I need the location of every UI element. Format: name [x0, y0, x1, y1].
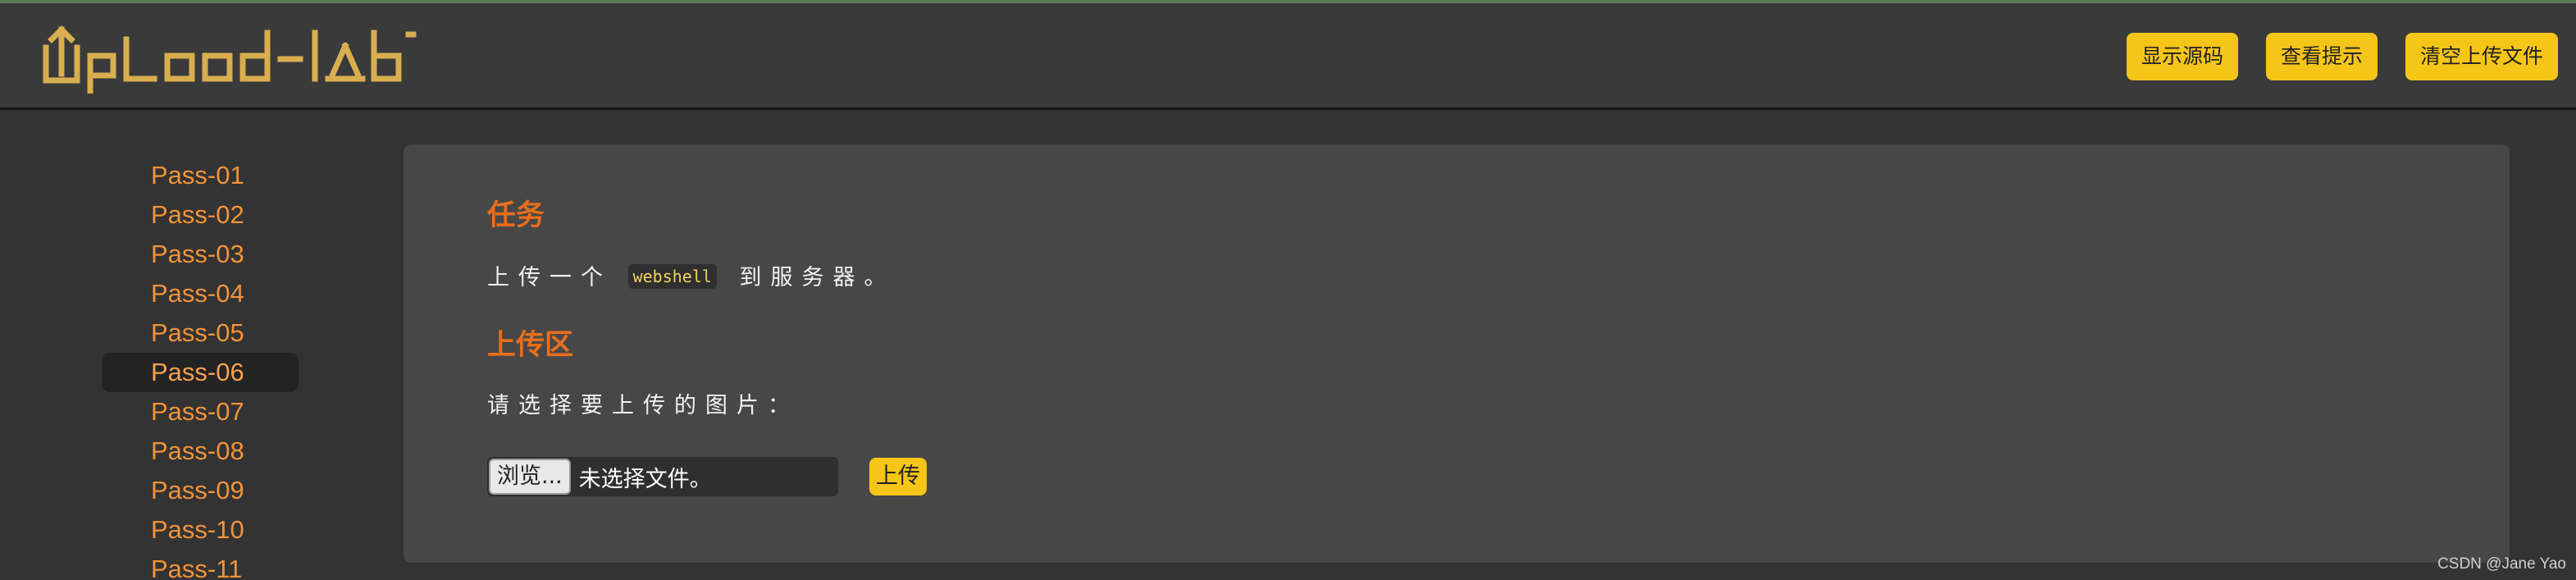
sidebar-item-pass-08[interactable]: Pass-08: [102, 432, 299, 471]
show-source-button[interactable]: 显示源码: [2126, 33, 2238, 80]
sidebar-item-pass-10[interactable]: Pass-10: [102, 510, 299, 550]
main-panel: 任务 上传一个 webshell 到服务器。 上传区 请选择要上传的图片： 浏览…: [403, 144, 2510, 563]
upload-submit-button[interactable]: 上传: [869, 458, 927, 496]
view-hint-button[interactable]: 查看提示: [2265, 33, 2378, 80]
logo-mark: [43, 25, 417, 97]
no-file-selected-text: 未选择文件。: [578, 466, 712, 492]
sidebar-item-pass-03[interactable]: Pass-03: [102, 235, 299, 274]
file-input[interactable]: 浏览... 未选择文件。: [487, 457, 838, 496]
webshell-code: webshell: [627, 264, 717, 289]
task-text-before: 上传一个: [487, 265, 612, 290]
header: 显示源码 查看提示 清空上传文件: [0, 3, 2576, 110]
task-heading: 任务: [487, 199, 545, 232]
sidebar-item-pass-09[interactable]: Pass-09: [102, 471, 299, 510]
logo[interactable]: [41, 23, 418, 97]
task-description: 上传一个 webshell 到服务器。: [487, 259, 896, 291]
upload-area-heading: 上传区: [487, 329, 574, 362]
upload-prompt: 请选择要上传的图片：: [487, 393, 799, 418]
page: 显示源码 查看提示 清空上传文件 Pass-01 Pass-02 Pass-03…: [0, 0, 2576, 580]
clear-uploads-button[interactable]: 清空上传文件: [2405, 33, 2558, 80]
sidebar-item-pass-06[interactable]: Pass-06: [102, 353, 299, 392]
sidebar-item-pass-05[interactable]: Pass-05: [102, 313, 299, 353]
task-text-after: 到服务器。: [739, 265, 896, 290]
sidebar-item-pass-11[interactable]: Pass-11: [102, 550, 299, 580]
sidebar-item-pass-01[interactable]: Pass-01: [102, 156, 299, 195]
sidebar-item-pass-02[interactable]: Pass-02: [102, 195, 299, 235]
browse-button[interactable]: 浏览...: [489, 459, 571, 495]
header-button-group: 显示源码 查看提示 清空上传文件: [2126, 33, 2558, 80]
sidebar-nav: Pass-01 Pass-02 Pass-03 Pass-04 Pass-05 …: [102, 156, 299, 580]
csdn-watermark: CSDN @Jane Yao: [2437, 555, 2566, 573]
sidebar-item-pass-07[interactable]: Pass-07: [102, 392, 299, 432]
sidebar-item-pass-04[interactable]: Pass-04: [102, 274, 299, 313]
